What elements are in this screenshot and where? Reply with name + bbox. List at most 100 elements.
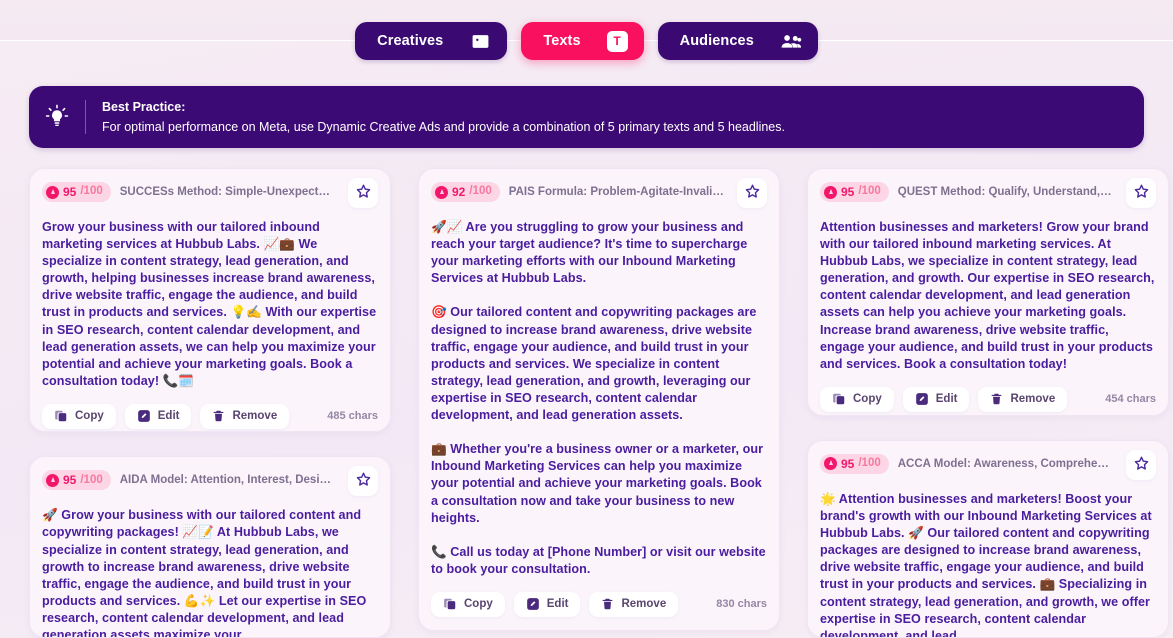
edit-icon <box>137 409 151 423</box>
card-title: PAIS Formula: Problem-Agitate-Invalidate… <box>508 186 728 198</box>
card-header: 95 /100 SUCCESs Method: Simple-Unexpecte… <box>42 178 378 208</box>
copy-label: Copy <box>464 598 493 611</box>
people-icon <box>780 30 802 52</box>
card-header: 95 /100 QUEST Method: Qualify, Understan… <box>820 178 1156 208</box>
card-body-text: Attention businesses and marketers! Grow… <box>820 220 1158 371</box>
edit-button[interactable]: Edit <box>902 386 970 412</box>
remove-button[interactable]: Remove <box>589 591 679 617</box>
char-count: 485 chars <box>327 410 378 423</box>
copy-button[interactable]: Copy <box>431 591 505 617</box>
score-max: /100 <box>858 185 881 198</box>
text-card[interactable]: 95 /100 ACCA Model: Awareness, Comprehen… <box>807 439 1169 638</box>
copy-label: Copy <box>853 393 882 406</box>
remove-label: Remove <box>1010 393 1056 406</box>
copy-icon <box>443 597 457 611</box>
score-gauge-icon <box>46 185 59 199</box>
score-badge: 95 /100 <box>42 470 111 491</box>
card-header: 95 /100 ACCA Model: Awareness, Comprehen… <box>820 449 1156 480</box>
text-card[interactable]: 95 /100 AIDA Model: Attention, Interest,… <box>29 456 391 638</box>
column-2: 92 /100 PAIS Formula: Problem-Agitate-In… <box>418 168 780 638</box>
score-value: 95 <box>841 456 855 471</box>
card-actions: Copy Edit <box>431 578 767 630</box>
star-icon <box>1133 183 1150 203</box>
edit-label: Edit <box>546 598 569 611</box>
trash-icon <box>601 597 614 611</box>
favorite-star-button[interactable] <box>1126 449 1156 480</box>
edit-label: Edit <box>157 410 180 423</box>
copy-icon <box>832 392 846 406</box>
star-icon <box>355 471 372 491</box>
copy-icon <box>54 409 68 423</box>
score-gauge-icon <box>824 185 837 199</box>
copy-button[interactable]: Copy <box>820 386 894 412</box>
score-max: /100 <box>80 185 103 198</box>
card-title: QUEST Method: Qualify, Understand, Educa… <box>897 186 1117 198</box>
score-max: /100 <box>80 473 103 486</box>
score-badge: 92 /100 <box>431 182 500 202</box>
card-title: AIDA Model: Attention, Interest, Desire,… <box>119 474 339 487</box>
card-actions: Copy Edit <box>820 373 1156 415</box>
remove-label: Remove <box>232 410 278 423</box>
edit-icon <box>915 392 929 406</box>
edit-button[interactable]: Edit <box>513 591 581 617</box>
card-body-text: Grow your business with our tailored inb… <box>42 220 380 388</box>
tab-audiences-label: Audiences <box>679 33 754 49</box>
best-practice-banner: Best Practice: For optimal performance o… <box>29 86 1144 148</box>
edit-label: Edit <box>935 393 958 406</box>
copy-button[interactable]: Copy <box>42 403 116 429</box>
favorite-star-button[interactable] <box>737 178 767 208</box>
edit-icon <box>526 597 540 611</box>
score-value: 95 <box>841 185 855 199</box>
char-count: 454 chars <box>1105 393 1156 406</box>
image-icon <box>469 30 491 52</box>
banner-text-block: Best Practice: For optimal performance o… <box>86 99 785 136</box>
favorite-star-button[interactable] <box>348 466 378 497</box>
card-actions: Copy Edit <box>42 390 378 431</box>
favorite-star-button[interactable] <box>348 178 378 208</box>
banner-message: For optimal performance on Meta, use Dyn… <box>102 119 785 134</box>
text-t-icon: T <box>606 30 628 52</box>
score-value: 95 <box>63 185 77 199</box>
score-gauge-icon <box>824 457 837 471</box>
text-cards-grid: 95 /100 SUCCESs Method: Simple-Unexpecte… <box>29 168 1169 638</box>
tab-texts[interactable]: Texts T <box>521 22 644 60</box>
tab-creatives-label: Creatives <box>377 33 444 49</box>
remove-label: Remove <box>621 598 667 611</box>
text-card[interactable]: 92 /100 PAIS Formula: Problem-Agitate-In… <box>418 168 780 631</box>
tab-texts-label: Texts <box>543 33 581 49</box>
card-title: ACCA Model: Awareness, Comprehension, Co… <box>897 457 1117 470</box>
card-header: 92 /100 PAIS Formula: Problem-Agitate-In… <box>431 178 767 208</box>
tab-creatives[interactable]: Creatives <box>355 22 508 60</box>
score-value: 92 <box>452 185 466 199</box>
card-title: SUCCESs Method: Simple-Unexpected-Concre… <box>119 186 339 198</box>
tab-audiences[interactable]: Audiences <box>657 22 818 60</box>
text-card[interactable]: 95 /100 SUCCESs Method: Simple-Unexpecte… <box>29 168 391 433</box>
trash-icon <box>212 409 225 423</box>
edit-button[interactable]: Edit <box>124 403 192 429</box>
remove-button[interactable]: Remove <box>978 386 1068 412</box>
score-max: /100 <box>858 457 881 470</box>
card-header: 95 /100 AIDA Model: Attention, Interest,… <box>42 466 378 497</box>
char-count: 830 chars <box>716 598 767 611</box>
score-gauge-icon <box>46 473 59 487</box>
card-body-text: 🚀 Grow your business with our tailored c… <box>42 508 370 638</box>
score-badge: 95 /100 <box>42 182 111 202</box>
score-badge: 95 /100 <box>820 453 889 474</box>
score-badge: 95 /100 <box>820 182 889 202</box>
card-body-text: 🚀📈 Are you struggling to grow your busin… <box>431 220 766 576</box>
star-icon <box>744 183 761 203</box>
score-gauge-icon <box>435 185 448 199</box>
star-icon <box>355 183 372 203</box>
remove-button[interactable]: Remove <box>200 403 290 429</box>
trash-icon <box>990 392 1003 406</box>
card-body-text: 🌟 Attention businesses and marketers! Bo… <box>820 491 1156 638</box>
lightbulb-icon <box>29 104 85 130</box>
column-1: 95 /100 SUCCESs Method: Simple-Unexpecte… <box>29 168 391 638</box>
score-value: 95 <box>63 473 77 488</box>
star-icon <box>1133 455 1150 475</box>
column-3: 95 /100 QUEST Method: Qualify, Understan… <box>807 168 1169 638</box>
banner-title: Best Practice: <box>102 99 186 114</box>
score-max: /100 <box>469 185 492 198</box>
favorite-star-button[interactable] <box>1126 178 1156 208</box>
text-card[interactable]: 95 /100 QUEST Method: Qualify, Understan… <box>807 168 1169 416</box>
